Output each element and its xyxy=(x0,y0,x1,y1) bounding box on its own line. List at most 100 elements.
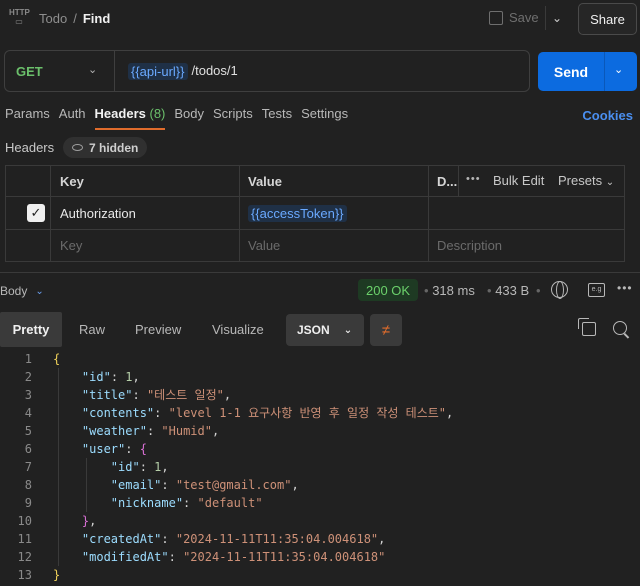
code-line: 10 }, xyxy=(0,512,640,530)
tab-params[interactable]: Params xyxy=(5,106,50,130)
new-key-input[interactable]: Key xyxy=(60,238,82,253)
code-text: "contents": "level 1-1 요구사항 반영 후 일정 작성 테… xyxy=(81,406,454,420)
chevron-down-icon: ⌄ xyxy=(605,177,615,188)
code-line: 9 "nickname": "default" xyxy=(0,494,640,512)
more-icon[interactable]: ••• xyxy=(466,173,481,185)
header-value-variable: {{accessToken}} xyxy=(248,205,347,222)
search-icon[interactable] xyxy=(613,321,627,335)
request-bar xyxy=(4,50,530,92)
header-value-cell[interactable]: {{accessToken}} xyxy=(248,205,347,222)
status-badge[interactable]: 200 OK xyxy=(358,279,419,301)
view-tab-raw[interactable]: Raw xyxy=(79,312,105,347)
divider xyxy=(0,272,640,273)
code-text: "modifiedAt": "2024-11-11T11:35:04.00461… xyxy=(81,550,386,564)
wrap-lines-icon[interactable]: ≠ xyxy=(370,314,402,346)
code-text: "email": "test@gmail.com", xyxy=(110,478,299,492)
response-time-value: 318 ms xyxy=(432,283,475,298)
code-text: "user": { xyxy=(81,442,147,456)
tab-scripts[interactable]: Scripts xyxy=(213,106,253,130)
divider xyxy=(428,165,429,262)
globe-icon[interactable] xyxy=(551,281,568,299)
view-tab-preview[interactable]: Preview xyxy=(135,312,181,347)
view-tab-visualize[interactable]: Visualize xyxy=(212,312,264,347)
new-description-input[interactable]: Description xyxy=(437,238,502,253)
headers-section-label: Headers xyxy=(5,140,55,155)
response-size[interactable]: • 433 B xyxy=(487,283,529,298)
column-header-key: Key xyxy=(60,174,84,189)
format-select[interactable]: JSON ⌄ xyxy=(286,314,364,346)
breadcrumb-current[interactable]: Find xyxy=(83,11,110,26)
tab-body[interactable]: Body xyxy=(174,106,204,130)
line-number: 9 xyxy=(24,496,32,510)
send-label[interactable]: Send xyxy=(538,52,604,91)
code-line: 13} xyxy=(0,566,640,584)
cookies-link[interactable]: Cookies xyxy=(582,108,633,123)
url-input[interactable]: {{api-url}} /todos/1 xyxy=(128,63,238,80)
bullet-icon: • xyxy=(424,283,429,298)
tab-settings[interactable]: Settings xyxy=(301,106,348,130)
breadcrumb-separator: / xyxy=(73,11,77,26)
code-line: 5 "weather": "Humid", xyxy=(0,422,640,440)
format-label: JSON xyxy=(297,323,330,337)
line-number: 5 xyxy=(24,424,32,438)
response-time[interactable]: • 318 ms xyxy=(424,283,475,298)
response-body-toggle[interactable]: Body ⌄ xyxy=(0,284,44,298)
code-line: 8 "email": "test@gmail.com", xyxy=(0,476,640,494)
view-tab-pretty[interactable]: Pretty xyxy=(0,312,62,347)
code-line: 12 "modifiedAt": "2024-11-11T11:35:04.00… xyxy=(0,548,640,566)
save-label: Save xyxy=(509,10,539,25)
tab-headers[interactable]: Headers (8) xyxy=(94,106,166,130)
examples-icon[interactable]: e.g xyxy=(588,283,605,297)
code-text: }, xyxy=(81,514,97,528)
response-body-code[interactable]: 1{2 "id": 1, 3 "title": "테스트 일정", 4 "conte… xyxy=(0,350,640,584)
chevron-down-icon[interactable]: ⌄ xyxy=(614,63,623,76)
line-number: 4 xyxy=(24,406,32,420)
code-line: 1{ xyxy=(0,350,640,368)
line-number: 3 xyxy=(24,388,32,402)
divider xyxy=(114,51,115,91)
code-line: 4 "contents": "level 1-1 요구사항 반영 후 일정 작성… xyxy=(0,404,640,422)
header-key-cell[interactable]: Authorization xyxy=(60,206,136,221)
bullet-icon: • xyxy=(487,283,492,298)
code-text: "id": 1, xyxy=(81,370,140,384)
tab-tests[interactable]: Tests xyxy=(262,106,292,130)
hidden-count: 7 hidden xyxy=(89,140,139,155)
line-number: 13 xyxy=(17,568,32,582)
line-number: 8 xyxy=(24,478,32,492)
hidden-headers-toggle[interactable]: 7 hidden xyxy=(63,137,148,158)
code-line: 6 "user": { xyxy=(0,440,640,458)
code-text: { xyxy=(53,352,61,366)
line-number: 10 xyxy=(17,514,32,528)
new-value-input[interactable]: Value xyxy=(248,238,280,253)
save-icon xyxy=(489,10,503,25)
header-enabled-checkbox[interactable]: ✓ xyxy=(27,204,45,222)
share-button[interactable]: Share xyxy=(578,3,637,35)
column-header-value: Value xyxy=(248,174,282,189)
presets-dropdown[interactable]: Presets ⌄ xyxy=(558,173,614,188)
response-size-value: 433 B xyxy=(495,283,530,298)
more-icon[interactable]: ••• xyxy=(617,281,633,295)
code-line: 11 "createdAt": "2024-11-11T11:35:04.004… xyxy=(0,530,640,548)
response-body-label: Body xyxy=(0,284,28,298)
chevron-down-icon: ⌄ xyxy=(35,285,44,297)
tab-headers-label: Headers xyxy=(94,106,146,121)
chevron-down-icon[interactable]: ⌄ xyxy=(552,11,562,25)
code-line: 2 "id": 1, xyxy=(0,368,640,386)
line-number: 11 xyxy=(17,532,32,546)
chevron-down-icon[interactable]: ⌄ xyxy=(88,63,97,76)
tab-auth[interactable]: Auth xyxy=(59,106,86,130)
breadcrumb: Todo / Find xyxy=(39,11,110,26)
line-number: 7 xyxy=(24,460,32,474)
divider xyxy=(458,165,459,196)
method-select[interactable]: GET xyxy=(16,64,43,79)
divider xyxy=(5,229,625,230)
breadcrumb-parent[interactable]: Todo xyxy=(39,11,67,26)
bulk-edit-button[interactable]: Bulk Edit xyxy=(493,173,544,188)
save-button[interactable]: Save xyxy=(489,10,539,25)
http-icon: HTTP ▭ xyxy=(9,8,30,26)
divider xyxy=(50,165,51,262)
copy-icon[interactable] xyxy=(578,318,596,336)
line-number: 6 xyxy=(24,442,32,456)
tab-headers-count: (8) xyxy=(149,106,166,121)
code-line: 7 "id": 1, xyxy=(0,458,640,476)
